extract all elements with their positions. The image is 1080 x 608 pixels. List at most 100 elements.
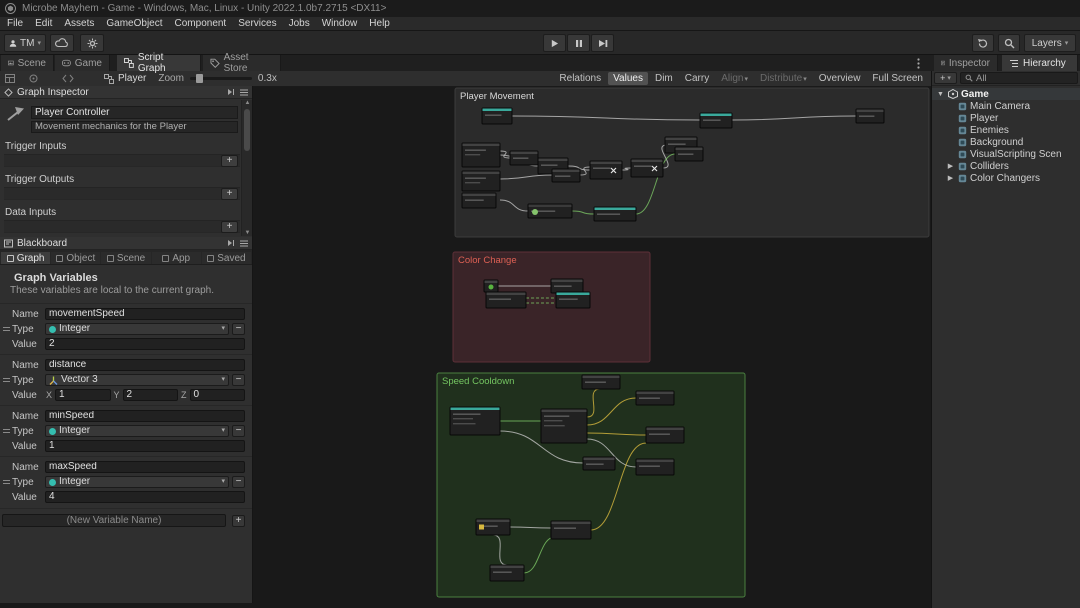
search-button[interactable] (998, 34, 1020, 52)
graph-toolbar-dim-button[interactable]: Dim (650, 72, 678, 85)
value-input[interactable]: 2 (45, 338, 245, 350)
tab-script-graph[interactable]: Script Graph (117, 52, 201, 74)
graph-toolbar-overview-button[interactable]: Overview (814, 72, 866, 85)
variable-name-input[interactable]: distance (45, 359, 245, 371)
add-trigger-inputs-button[interactable]: + (221, 155, 238, 167)
undo-history-button[interactable] (972, 34, 994, 52)
add-trigger-outputs-button[interactable]: + (221, 188, 238, 200)
variable-drag-handle[interactable] (0, 359, 12, 401)
collapse-caret-icon[interactable]: ▼ (936, 91, 945, 98)
pin-panel-icon[interactable] (227, 239, 235, 247)
blackboard-tab-scene[interactable]: Scene (101, 252, 151, 264)
window-menu-kebab-icon[interactable] (917, 58, 920, 69)
services-button[interactable] (80, 34, 104, 52)
play-button[interactable] (543, 34, 566, 52)
node-header (462, 171, 500, 174)
add-data-inputs-button[interactable]: + (221, 221, 238, 233)
breadcrumb[interactable]: Player (118, 73, 146, 84)
step-button[interactable] (591, 34, 614, 52)
value-x-input[interactable]: 1 (55, 389, 111, 401)
zoom-slider-thumb[interactable] (195, 74, 203, 83)
remove-variable-button[interactable]: − (232, 374, 245, 386)
scroll-up-icon[interactable]: ▲ (243, 100, 252, 106)
value-input[interactable]: 4 (45, 491, 245, 503)
cloud-button[interactable] (50, 34, 74, 52)
variable-drag-handle[interactable] (0, 308, 12, 350)
blackboard-tab-saved[interactable]: Saved (201, 252, 252, 264)
hierarchy-item-background[interactable]: Background (932, 136, 1080, 148)
menu-assets[interactable]: Assets (58, 17, 100, 30)
value-y-input[interactable]: 2 (122, 389, 178, 401)
tab-scene[interactable]: Scene (1, 55, 54, 71)
add-variable-button[interactable]: + (232, 514, 245, 527)
graph-toolbar-full-screen-button[interactable]: Full Screen (867, 72, 928, 85)
hierarchy-item-visualscripting-scen[interactable]: VisualScripting Scen (932, 148, 1080, 160)
tab-hierarchy[interactable]: Hierarchy (1002, 55, 1078, 71)
graph-toolbar-relations-button[interactable]: Relations (554, 72, 606, 85)
unit-description-field[interactable]: Movement mechanics for the Player (31, 121, 238, 133)
variable-type-dropdown[interactable]: Integer ▾ (45, 425, 229, 437)
graph-toolbar-carry-button[interactable]: Carry (680, 72, 714, 85)
hierarchy-item-player[interactable]: Player (932, 112, 1080, 124)
graph-group-color-change[interactable] (452, 251, 651, 363)
scrollbar-thumb[interactable] (244, 109, 250, 151)
hierarchy-item-enemies[interactable]: Enemies (932, 124, 1080, 136)
account-button[interactable]: TM ▾ (4, 34, 46, 52)
new-variable-name-input[interactable]: (New Variable Name) (2, 514, 226, 527)
remove-variable-button[interactable]: − (232, 323, 245, 335)
hierarchy-item-main-camera[interactable]: Main Camera (932, 100, 1080, 112)
variable-drag-handle[interactable] (0, 410, 12, 452)
hierarchy-search-field[interactable]: All (960, 72, 1078, 84)
graph-code-icon[interactable] (62, 74, 74, 83)
unit-title-field[interactable]: Player Controller (31, 106, 238, 119)
graph-window-icon[interactable] (5, 74, 15, 83)
tab-inspector[interactable]: Inspector (934, 55, 998, 71)
graph-pivot-icon[interactable] (29, 74, 38, 83)
graph-toolbar-distribute-button[interactable]: Distribute▾ (755, 72, 812, 85)
remove-variable-button[interactable]: − (232, 425, 245, 437)
pin-panel-icon[interactable] (227, 88, 235, 96)
node-text-line (859, 115, 875, 117)
tab-game[interactable]: Game (55, 55, 110, 71)
blackboard-tab-graph[interactable]: Graph (1, 252, 51, 264)
value-z-input[interactable]: 0 (189, 389, 245, 401)
remove-variable-button[interactable]: − (232, 476, 245, 488)
variable-block: Name distance Type Vector 3 ▾ − Value X 1 Y 2 Z 0 (0, 354, 252, 405)
menu-help[interactable]: Help (363, 17, 396, 30)
variable-type-dropdown[interactable]: Integer ▾ (45, 476, 229, 488)
hierarchy-item-game[interactable]: ▼ Game (932, 88, 1080, 100)
zoom-slider[interactable] (189, 74, 252, 83)
tab-asset-store[interactable]: Asset Store (203, 52, 281, 74)
expand-caret-icon[interactable]: ▶ (946, 162, 955, 170)
pause-button[interactable] (567, 34, 590, 52)
node-header (856, 109, 884, 112)
graph-node[interactable] (449, 406, 501, 436)
blackboard-tab-app[interactable]: App (151, 252, 201, 264)
menu-jobs[interactable]: Jobs (283, 17, 316, 30)
menu-gameobject[interactable]: GameObject (100, 17, 168, 30)
expand-caret-icon[interactable]: ▶ (946, 174, 955, 182)
menu-window[interactable]: Window (316, 17, 364, 30)
panel-menu-icon[interactable] (240, 240, 248, 247)
variable-drag-handle[interactable] (0, 461, 12, 503)
graph-inspector-scrollbar[interactable]: ▲ ▼ (241, 100, 252, 236)
variable-name-input[interactable]: minSpeed (45, 410, 245, 422)
menu-services[interactable]: Services (232, 17, 282, 30)
blackboard-tab-object[interactable]: Object (51, 252, 101, 264)
variable-name-input[interactable]: maxSpeed (45, 461, 245, 473)
hierarchy-item-colliders[interactable]: ▶ Colliders (932, 160, 1080, 172)
menu-component[interactable]: Component (169, 17, 233, 30)
layers-button[interactable]: Layers ▾ (1024, 34, 1076, 52)
variable-type-dropdown[interactable]: Integer ▾ (45, 323, 229, 335)
scroll-down-icon[interactable]: ▼ (243, 230, 252, 236)
variable-name-input[interactable]: movementSpeed (45, 308, 245, 320)
variable-type-dropdown[interactable]: Vector 3 ▾ (45, 374, 229, 386)
create-object-button[interactable]: + ▾ (934, 72, 957, 84)
panel-menu-icon[interactable] (240, 89, 248, 96)
menu-file[interactable]: File (1, 17, 29, 30)
hierarchy-item-color-changers[interactable]: ▶ Color Changers (932, 172, 1080, 184)
graph-toolbar-align-button[interactable]: Align▾ (716, 72, 753, 85)
value-input[interactable]: 1 (45, 440, 245, 452)
menu-edit[interactable]: Edit (29, 17, 58, 30)
graph-toolbar-values-button[interactable]: Values (608, 72, 648, 85)
